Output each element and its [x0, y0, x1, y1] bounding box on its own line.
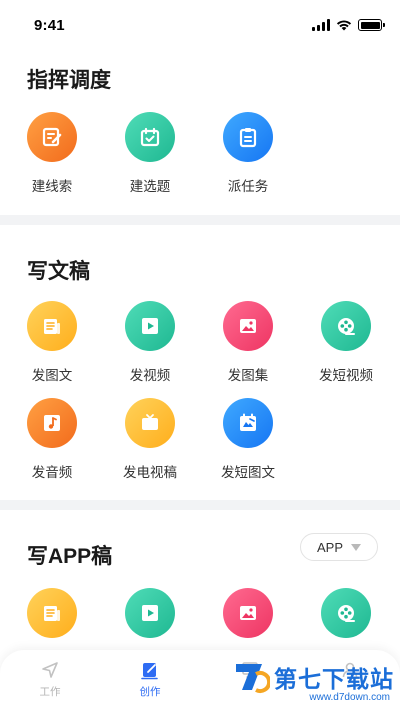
short-article-icon	[223, 398, 273, 448]
grid-label: 发图文	[31, 368, 73, 383]
wifi-icon	[336, 20, 352, 31]
edit-note-icon	[27, 112, 77, 162]
grid-label: 建线索	[31, 179, 73, 194]
command-section: 指挥调度 建线索 建选题 派任务	[0, 50, 400, 215]
app-select-value: APP	[316, 539, 343, 555]
create-topic-button[interactable]: 建选题	[101, 112, 199, 195]
assign-task-button[interactable]: 派任务	[199, 112, 297, 195]
calendar-check-icon	[125, 112, 175, 162]
music-note-icon	[27, 398, 77, 448]
watermark: 第七下载站 www.d7down.com	[232, 660, 394, 703]
status-bar: 9:41	[0, 0, 400, 50]
tab-label: 创作	[139, 686, 161, 698]
d7-logo-icon	[236, 664, 270, 693]
compose-icon	[141, 663, 158, 680]
app-post-short-video-button[interactable]	[297, 588, 395, 638]
section-title: 指挥调度	[27, 69, 111, 92]
grid-label: 发电视稿	[123, 465, 177, 480]
section-title: 写APP稿	[27, 545, 113, 568]
app-post-gallery-button[interactable]	[199, 588, 297, 638]
post-short-article-button[interactable]: 发短图文	[199, 398, 297, 481]
tab-label: 工作	[39, 686, 61, 698]
caret-down-icon	[351, 543, 361, 551]
write-section: 写文稿 发图文 发视频 发图集 发短视频 发音频 发电视稿 发短图文	[0, 225, 400, 500]
play-icon	[125, 588, 175, 638]
image-icon	[223, 301, 273, 351]
play-icon	[125, 301, 175, 351]
battery-icon	[358, 19, 385, 31]
newspaper-icon	[27, 301, 77, 351]
tv-icon	[125, 398, 175, 448]
grid-label: 发图集	[227, 368, 269, 383]
watermark-text: 第七下载站	[274, 666, 394, 692]
grid-label: 派任务	[227, 179, 269, 194]
post-gallery-button[interactable]: 发图集	[199, 301, 297, 384]
create-clue-button[interactable]: 建线索	[3, 112, 101, 195]
image-icon	[223, 588, 273, 638]
status-icons	[312, 19, 385, 31]
grid-label: 发音频	[31, 465, 73, 480]
cellular-signal-icon	[312, 19, 330, 31]
film-reel-icon	[321, 301, 371, 351]
grid-label: 发短视频	[319, 368, 373, 383]
post-short-video-button[interactable]: 发短视频	[297, 301, 395, 384]
tab-work[interactable]: 工作	[10, 660, 90, 699]
status-time: 9:41	[34, 16, 65, 34]
tab-create[interactable]: 创作	[110, 660, 190, 699]
post-tv-script-button[interactable]: 发电视稿	[101, 398, 199, 481]
post-audio-button[interactable]: 发音频	[3, 398, 101, 481]
newspaper-icon	[27, 588, 77, 638]
app-channel-select[interactable]: APP	[300, 533, 378, 561]
grid-label: 发视频	[129, 368, 171, 383]
section-title: 写文稿	[27, 260, 90, 283]
watermark-url: www.d7down.com	[309, 692, 390, 703]
grid-label: 发短图文	[221, 465, 275, 480]
send-icon	[42, 662, 58, 678]
app-post-article-button[interactable]	[3, 588, 101, 638]
post-article-button[interactable]: 发图文	[3, 301, 101, 384]
post-video-button[interactable]: 发视频	[101, 301, 199, 384]
film-reel-icon	[321, 588, 371, 638]
grid-label: 建选题	[129, 179, 171, 194]
app-post-video-button[interactable]	[101, 588, 199, 638]
clipboard-icon	[223, 112, 273, 162]
